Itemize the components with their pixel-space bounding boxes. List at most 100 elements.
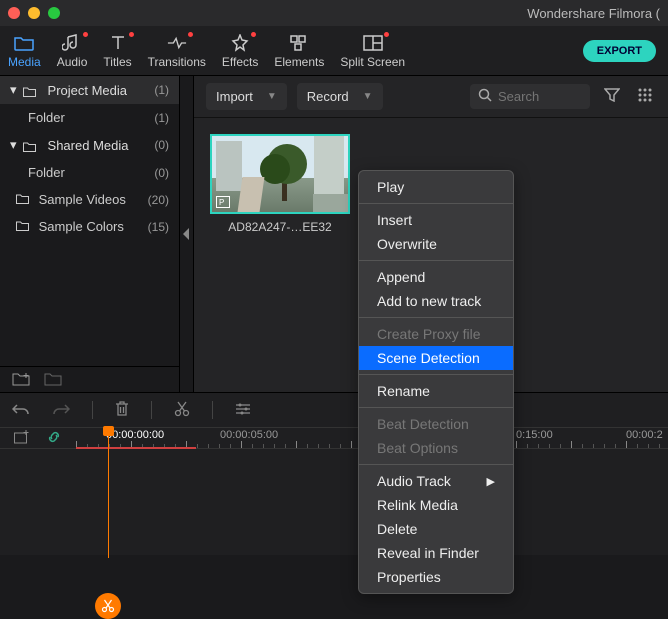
transitions-icon [167, 33, 187, 53]
context-menu-label: Rename [377, 383, 430, 399]
add-track-button[interactable] [14, 430, 30, 447]
sidebar-item-sample-videos[interactable]: Sample Videos (20) [0, 186, 179, 213]
window-titlebar: Wondershare Filmora ( [0, 0, 668, 26]
sidebar-item-folder[interactable]: Folder (0) [0, 159, 179, 186]
context-menu-item: Create Proxy file [359, 322, 513, 346]
context-menu-item[interactable]: Reveal in Finder [359, 541, 513, 565]
context-menu-item: Beat Detection [359, 412, 513, 436]
new-folder-button[interactable] [12, 371, 30, 389]
context-menu-separator [359, 203, 513, 204]
link-button[interactable] [46, 429, 62, 448]
timeline-playhead[interactable] [108, 428, 109, 558]
context-menu-item[interactable]: Rename [359, 379, 513, 403]
tab-media[interactable]: Media [0, 33, 49, 75]
context-menu-label: Properties [377, 569, 441, 585]
tab-label: Audio [57, 55, 88, 69]
context-menu-item[interactable]: Add to new track [359, 289, 513, 313]
chevron-down-icon: ▼ [267, 91, 277, 102]
tab-transitions[interactable]: Transitions [140, 33, 214, 75]
export-button[interactable]: EXPORT [583, 40, 656, 62]
split-screen-icon [363, 33, 383, 53]
split-button[interactable] [174, 401, 190, 420]
context-menu-label: Insert [377, 212, 412, 228]
media-clip[interactable]: P AD82A247-…EE32 [210, 134, 350, 234]
tab-label: Elements [274, 55, 324, 69]
sidebar-footer [0, 366, 179, 392]
tab-label: Media [8, 55, 41, 69]
context-menu-item[interactable]: Delete [359, 517, 513, 541]
context-menu-item[interactable]: Relink Media [359, 493, 513, 517]
timeline-panel: 00:00:00:0000:00:05:000:15:0000:00:2 [0, 392, 668, 555]
search-field[interactable] [470, 84, 590, 109]
clip-context-menu: Play Insert Overwrite Append Add to new trac… [358, 170, 514, 594]
timeline-ruler[interactable]: 00:00:00:0000:00:05:000:15:0000:00:2 [0, 427, 668, 449]
grid-view-button[interactable] [634, 84, 656, 109]
redo-button[interactable] [52, 402, 70, 419]
tab-effects[interactable]: Effects [214, 33, 266, 75]
clip-thumbnail[interactable]: P [210, 134, 350, 214]
context-menu-label: Append [377, 269, 425, 285]
filter-button[interactable] [600, 84, 624, 109]
section-count: (0) [154, 138, 169, 152]
context-menu-item[interactable]: Audio Track▶ [359, 469, 513, 493]
chevron-down-icon: ▾ [10, 82, 17, 98]
clip-label: AD82A247-…EE32 [210, 220, 350, 234]
context-menu-separator [359, 464, 513, 465]
audio-icon [62, 33, 82, 53]
undo-button[interactable] [12, 402, 30, 419]
context-menu-label: Delete [377, 521, 417, 537]
context-menu-label: Overwrite [377, 236, 437, 252]
context-menu-label: Scene Detection [377, 350, 480, 366]
tab-elements[interactable]: Elements [266, 33, 332, 75]
folder-count: (0) [154, 166, 169, 180]
context-menu-item[interactable]: Overwrite [359, 232, 513, 256]
sidebar-item-project-media[interactable]: ▾ Project Media (1) [0, 76, 179, 104]
tab-audio[interactable]: Audio [49, 33, 96, 75]
minimize-window-button[interactable] [28, 7, 40, 19]
tab-label: Transitions [148, 55, 206, 69]
close-window-button[interactable] [8, 7, 20, 19]
timeline-toolbar [0, 393, 668, 427]
tab-split-screen[interactable]: Split Screen [332, 33, 413, 75]
folder-label: Folder [28, 110, 65, 125]
timeline-tracks[interactable] [0, 449, 668, 539]
scissors-icon[interactable] [95, 593, 121, 619]
content-toolbar: Import ▼ Record ▼ [194, 76, 668, 118]
proxy-icon: P [216, 196, 230, 208]
edit-tools-button[interactable] [235, 402, 251, 419]
chevron-right-icon: ▶ [487, 475, 495, 488]
collapse-sidebar-button[interactable] [180, 76, 194, 392]
delete-button[interactable] [115, 401, 129, 420]
context-menu-item[interactable]: Append [359, 265, 513, 289]
chevron-down-icon: ▼ [363, 91, 373, 102]
context-menu-item[interactable]: Scene Detection [359, 346, 513, 370]
titles-icon [108, 33, 128, 53]
search-input[interactable] [498, 89, 578, 104]
section-label: Sample Videos [39, 192, 126, 207]
context-menu-item[interactable]: Properties [359, 565, 513, 589]
dropdown-label: Import [216, 89, 253, 104]
folder-icon [16, 192, 29, 203]
delete-folder-button[interactable] [44, 371, 62, 389]
section-count: (1) [154, 83, 169, 97]
record-dropdown[interactable]: Record ▼ [297, 83, 383, 110]
elements-icon [289, 33, 309, 53]
tab-label: Effects [222, 55, 258, 69]
section-count: (15) [148, 220, 169, 234]
sidebar-item-folder[interactable]: Folder (1) [0, 104, 179, 131]
section-count: (20) [148, 193, 169, 207]
context-menu-label: Reveal in Finder [377, 545, 479, 561]
context-menu-label: Beat Options [377, 440, 458, 456]
sidebar-item-shared-media[interactable]: ▾ Shared Media (0) [0, 131, 179, 159]
tab-titles[interactable]: Titles [95, 33, 139, 75]
sidebar-item-sample-colors[interactable]: Sample Colors (15) [0, 213, 179, 240]
context-menu-label: Create Proxy file [377, 326, 480, 342]
context-menu-item[interactable]: Insert [359, 208, 513, 232]
import-dropdown[interactable]: Import ▼ [206, 83, 287, 110]
maximize-window-button[interactable] [48, 7, 60, 19]
effects-icon [230, 33, 250, 53]
context-menu-separator [359, 317, 513, 318]
context-menu-label: Add to new track [377, 293, 481, 309]
traffic-lights [8, 7, 60, 19]
context-menu-item[interactable]: Play [359, 175, 513, 199]
